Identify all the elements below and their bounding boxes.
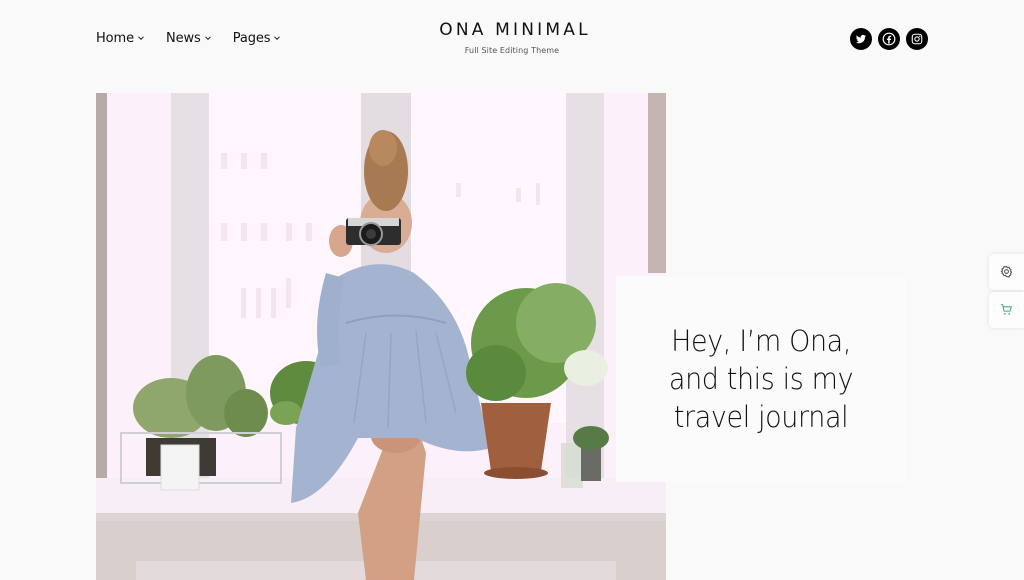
- cart-widget-button[interactable]: [989, 292, 1024, 328]
- cart-icon: [1000, 301, 1013, 320]
- hero-intro-card: Hey, I’m Ona, and this is my travel jour…: [616, 276, 906, 482]
- instagram-icon[interactable]: [906, 28, 928, 50]
- hero-image: [96, 93, 666, 580]
- facebook-icon[interactable]: [878, 28, 900, 50]
- social-links: [850, 28, 928, 50]
- hero-heading-line: and this is my: [668, 362, 854, 396]
- hero-heading-line: travel journal: [673, 400, 849, 434]
- hero-heading-line: Hey, I’m Ona,: [671, 324, 851, 358]
- twitter-icon[interactable]: [850, 28, 872, 50]
- settings-widget-button[interactable]: [989, 254, 1024, 290]
- gear-icon: [1000, 263, 1013, 282]
- hero-heading: Hey, I’m Ona, and this is my travel jour…: [668, 322, 854, 436]
